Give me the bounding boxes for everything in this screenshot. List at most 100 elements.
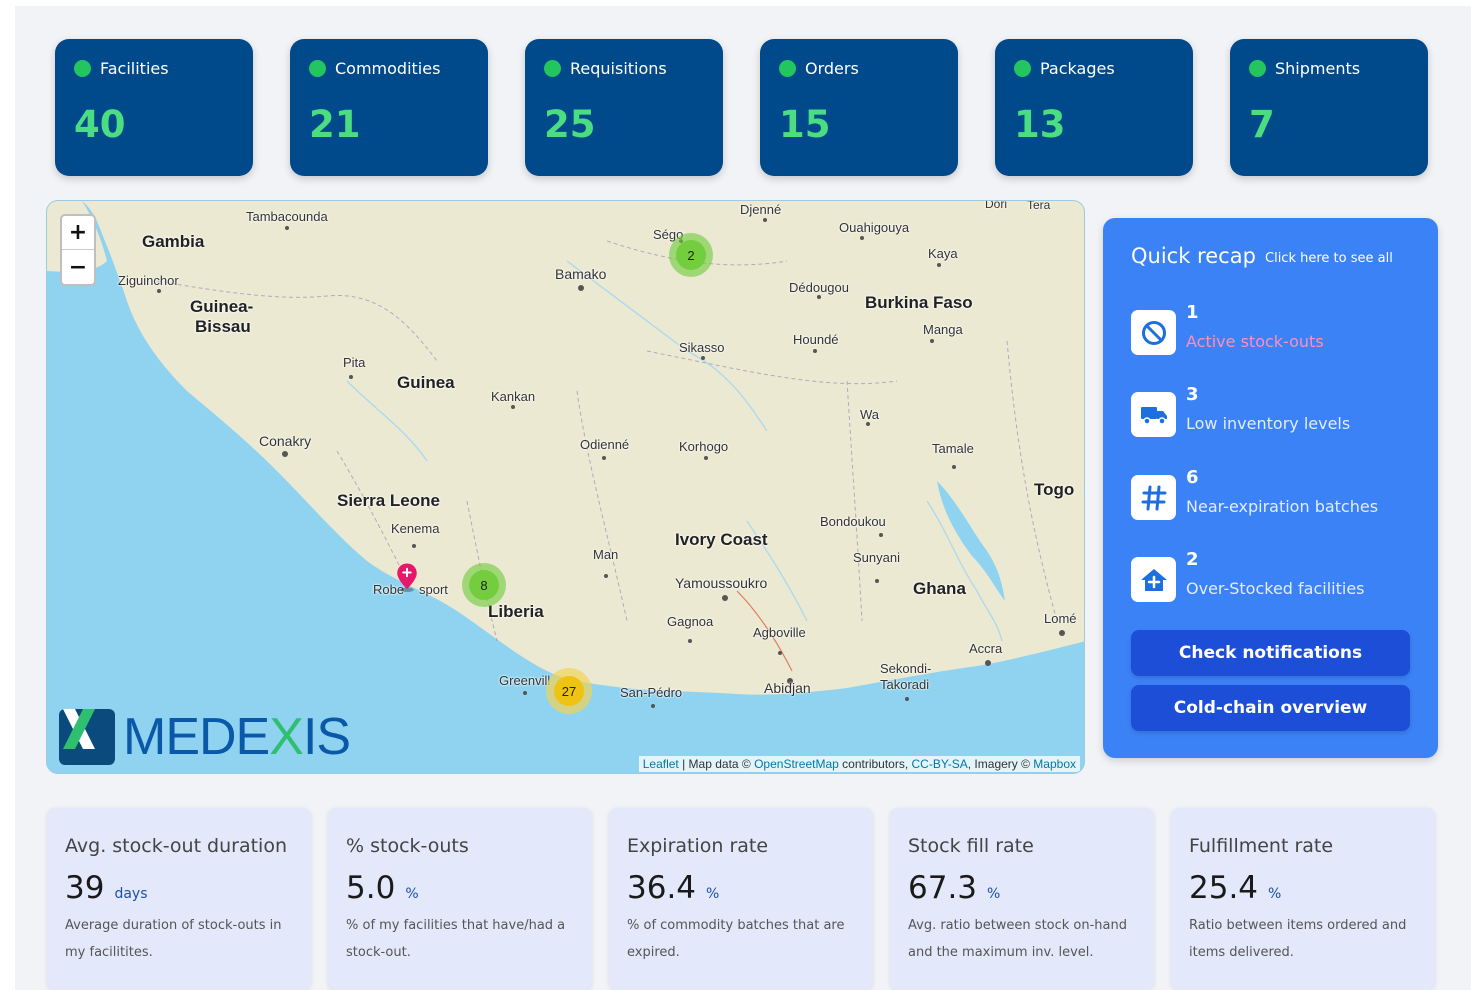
map-cluster-marker[interactable]: 27 [546, 668, 592, 714]
country-label: Guinea [397, 373, 455, 392]
stat-card-facilities[interactable]: Facilities 40 [55, 39, 253, 176]
kpi-title: Fulfillment rate [1189, 835, 1334, 857]
city-label: Takoradi [880, 677, 930, 692]
kpi-card-expiration-rate: Expiration rate 36.4% % of commodity bat… [609, 808, 873, 990]
country-label: Gambia [142, 232, 205, 251]
city-label: Dédougou [789, 280, 849, 295]
stat-label: Shipments [1275, 59, 1361, 78]
license-link[interactable]: CC-BY-SA [912, 757, 968, 771]
city-label: Sunyani [853, 550, 900, 565]
medexis-logo: MEDEXIS [59, 707, 351, 767]
status-dot-icon [1014, 60, 1031, 77]
kpi-card-fulfillment-rate: Fulfillment rate 25.4% Ratio between ite… [1171, 808, 1435, 990]
city-label: Pita [343, 355, 366, 370]
kpi-title: % stock-outs [346, 835, 469, 857]
stat-card-shipments[interactable]: Shipments 7 [1230, 39, 1428, 176]
recap-item-over-stocked[interactable]: 2 Over-Stocked facilities [1131, 549, 1421, 609]
cold-chain-overview-button[interactable]: Cold-chain overview [1131, 685, 1410, 731]
see-all-link[interactable]: Click here to see all [1265, 251, 1393, 266]
city-label: San-Pédro [620, 685, 683, 700]
country-label: Ghana [913, 579, 966, 598]
recap-count: 1 [1186, 302, 1199, 323]
stat-card-requisitions[interactable]: Requisitions 25 [525, 39, 723, 176]
stat-card-packages[interactable]: Packages 13 [995, 39, 1193, 176]
city-label: Kaya [928, 246, 958, 261]
zoom-in-button[interactable]: + [62, 216, 94, 250]
medexis-wordmark: MEDEXIS [123, 708, 351, 766]
kpi-value: 25.4 [1189, 870, 1259, 906]
truck-icon [1131, 392, 1176, 437]
city-label: Conakry [259, 433, 312, 449]
ban-icon [1131, 310, 1176, 355]
kpi-title: Expiration rate [627, 835, 769, 857]
status-dot-icon [74, 60, 91, 77]
city-label: Dori [985, 200, 1008, 211]
city-label: Man [593, 547, 619, 562]
recap-label: Low inventory levels [1186, 414, 1351, 433]
city-label: Lomé [1044, 611, 1077, 626]
leaflet-link[interactable]: Leaflet [643, 757, 679, 771]
kpi-title: Stock fill rate [908, 835, 1034, 857]
recap-count: 3 [1186, 384, 1199, 405]
osm-link[interactable]: OpenStreetMap [754, 757, 839, 771]
facilities-map[interactable]: + − Gambia Guinea- Bissau Guinea Sierra … [46, 200, 1085, 774]
city-label: Korhogo [679, 439, 729, 454]
house-icon [1131, 557, 1176, 602]
map-cluster-marker[interactable]: 2 [669, 233, 713, 277]
kpi-unit: % [987, 886, 1001, 902]
city-label: Houndé [793, 332, 839, 347]
zoom-out-button[interactable]: − [62, 250, 94, 284]
status-dot-icon [1249, 60, 1266, 77]
stat-card-orders[interactable]: Orders 15 [760, 39, 958, 176]
kpi-card-stockouts-pct: % stock-outs 5.0% % of my facilities tha… [328, 808, 592, 990]
kpi-card-stock-fill-rate: Stock fill rate 67.3% Avg. ratio between… [890, 808, 1154, 990]
country-label: Guinea- [190, 297, 254, 316]
stat-card-commodities[interactable]: Commodities 21 [290, 39, 488, 176]
stat-label: Facilities [100, 59, 169, 78]
kpi-description: % of my facilities that have/had a stock… [346, 918, 566, 960]
kpi-description: Average duration of stock-outs in my fac… [65, 918, 282, 960]
kpi-unit: % [1268, 886, 1282, 902]
city-label: Greenvill [499, 673, 551, 688]
stat-value: 15 [779, 103, 831, 146]
city-label: Tamale [932, 441, 974, 456]
kpi-value: 67.3 [908, 870, 978, 906]
recap-item-near-expiration[interactable]: 6 Near-expiration batches [1131, 467, 1421, 527]
city-label: Tera [1027, 200, 1051, 212]
recap-count: 6 [1186, 467, 1199, 488]
city-label: Kankan [491, 389, 536, 404]
kpi-title: Avg. stock-out duration [65, 835, 288, 857]
recap-item-stockouts[interactable]: 1 Active stock-outs [1131, 302, 1421, 362]
stat-label: Requisitions [570, 59, 667, 78]
city-label: Manga [923, 322, 963, 337]
country-label: Sierra Leone [337, 491, 440, 510]
stat-label: Commodities [335, 59, 441, 78]
check-notifications-button[interactable]: Check notifications [1131, 630, 1410, 676]
kpi-unit: % [706, 886, 720, 902]
stat-value: 25 [544, 103, 596, 146]
recap-count: 2 [1186, 549, 1199, 570]
recap-item-low-inventory[interactable]: 3 Low inventory levels [1131, 384, 1421, 444]
city-label: Yamoussoukro [675, 575, 768, 591]
kpi-value: 36.4 [627, 870, 697, 906]
city-label: Djenné [740, 202, 782, 217]
cluster-count: 8 [469, 570, 499, 600]
stat-value: 40 [74, 103, 126, 146]
stat-value: 7 [1249, 103, 1275, 146]
kpi-card-stockout-duration: Avg. stock-out duration 39 days Average d… [47, 808, 311, 990]
country-label: Burkina Faso [865, 293, 973, 312]
stat-value: 13 [1014, 103, 1066, 146]
cluster-count: 2 [676, 240, 706, 270]
map-cluster-marker[interactable]: 8 [462, 563, 506, 607]
kpi-value: 39 [65, 870, 105, 906]
mapbox-link[interactable]: Mapbox [1033, 757, 1076, 771]
city-label: Sikasso [679, 340, 725, 355]
facility-pin-icon[interactable] [392, 562, 422, 592]
dashboard-page: Facilities 40 Commodities 21 Requisition… [15, 6, 1471, 990]
recap-title: Quick recap [1131, 244, 1256, 268]
city-label: Tambacounda [246, 209, 328, 224]
quick-recap-panel: Quick recap Click here to see all 1 Acti… [1103, 218, 1438, 758]
city-label: Kenema [391, 521, 440, 536]
city-label: Abidjan [764, 680, 811, 696]
kpi-unit: % [405, 886, 419, 902]
